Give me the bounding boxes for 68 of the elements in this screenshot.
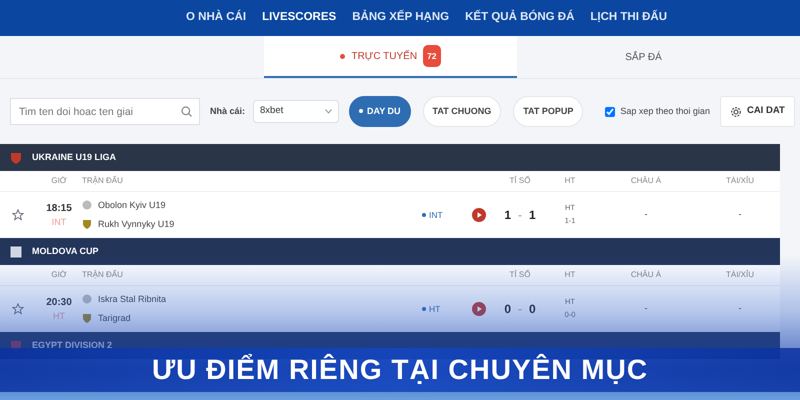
match-time: 18:15 bbox=[45, 202, 73, 216]
score: 1 bbox=[504, 207, 511, 224]
search-icon bbox=[181, 106, 192, 117]
search-field[interactable]: Tim ten doi hoac ten giai bbox=[10, 98, 200, 125]
column-header: HT bbox=[564, 269, 576, 281]
bookmaker-dropdown[interactable]: 8xbet bbox=[253, 100, 340, 123]
column-header: CHÂU Á bbox=[630, 269, 662, 281]
match-status: INT bbox=[50, 216, 68, 229]
team-crest-icon bbox=[82, 200, 92, 211]
filter-button[interactable]: TAT CHUONG bbox=[422, 96, 502, 127]
score: 0 bbox=[504, 301, 511, 318]
league-name: EGYPT DIVISION 2 bbox=[32, 338, 112, 352]
team-name: Rukh Vynnyky U19 bbox=[98, 218, 174, 231]
filter-button[interactable]: DAY DU bbox=[349, 96, 411, 127]
score: 0 bbox=[529, 301, 536, 318]
tab[interactable]: TRỰC TUYẾN 72 bbox=[264, 36, 517, 78]
nav-link[interactable]: KẾT QUẢ BÓNG ĐÁ bbox=[465, 9, 574, 27]
banner-title: ƯU ĐIỂM RIÊNG TẠI CHUYÊN MỤC bbox=[152, 352, 648, 387]
column-header: GIỜ bbox=[50, 175, 68, 187]
column-header: TÀI/XỈU bbox=[724, 269, 755, 281]
status-dot-icon bbox=[422, 213, 426, 218]
team-crest-icon bbox=[82, 294, 92, 305]
column-header: TRẬN ĐẤU bbox=[82, 175, 124, 187]
odds-value: - bbox=[644, 302, 648, 316]
league-name: MOLDOVA CUP bbox=[32, 244, 98, 258]
filter-button[interactable]: TAT POPUP bbox=[513, 96, 584, 127]
league-logo-icon bbox=[10, 246, 22, 258]
team-name: Iskra Stal Ribnita bbox=[98, 292, 166, 306]
column-header: CHÂU Á bbox=[630, 175, 662, 187]
play-icon bbox=[472, 302, 486, 316]
team-crest-icon bbox=[82, 313, 92, 324]
team-name: Obolon Kyiv U19 bbox=[98, 198, 166, 212]
star-icon bbox=[12, 302, 24, 315]
nav-link[interactable]: LỊCH THI ĐẤU bbox=[590, 9, 668, 27]
nav-link[interactable]: O NHÀ CÁI bbox=[186, 9, 246, 27]
status-dot-icon bbox=[422, 307, 426, 312]
field-label: Nhà cái: bbox=[210, 104, 246, 118]
column-header: TRẬN ĐẤU bbox=[82, 269, 124, 281]
match-status: HT bbox=[52, 310, 66, 323]
caret-icon bbox=[325, 109, 332, 114]
column-header: TỈ SỐ bbox=[508, 269, 532, 281]
column-header: HT bbox=[564, 175, 576, 187]
live-status: INT bbox=[429, 210, 443, 220]
tab[interactable]: SẮP ĐÁ bbox=[517, 36, 770, 78]
team-crest-icon bbox=[82, 219, 92, 230]
odds-value: - bbox=[738, 302, 742, 316]
play-icon bbox=[472, 208, 486, 222]
column-header: TÀI/XỈU bbox=[724, 175, 755, 187]
column-header: GIỜ bbox=[50, 269, 68, 281]
count-badge: 72 bbox=[423, 44, 441, 68]
settings-button[interactable]: CAI DAT bbox=[720, 96, 795, 127]
league-logo-icon bbox=[10, 152, 22, 164]
score-separator: - bbox=[518, 301, 522, 318]
sort-checkbox[interactable] bbox=[605, 106, 616, 116]
league-name: UKRAINE U19 LIGA bbox=[32, 150, 116, 164]
nav-link[interactable]: BẢNG XẾP HẠNG bbox=[352, 9, 450, 27]
score-separator: - bbox=[518, 207, 522, 224]
team-name: Tarigrad bbox=[98, 312, 131, 325]
checkbox-label: Sap xep theo thoi gian bbox=[620, 104, 710, 118]
nav-link[interactable]: LIVESCORES bbox=[262, 9, 336, 27]
star-icon bbox=[12, 208, 24, 221]
live-status: HT bbox=[429, 304, 440, 314]
odds-value: - bbox=[644, 208, 648, 222]
odds-value: - bbox=[738, 208, 742, 222]
score: 1 bbox=[529, 207, 536, 224]
column-header: TỈ SỐ bbox=[508, 175, 532, 187]
settings-icon bbox=[730, 106, 742, 118]
match-time: 20:30 bbox=[45, 296, 73, 310]
